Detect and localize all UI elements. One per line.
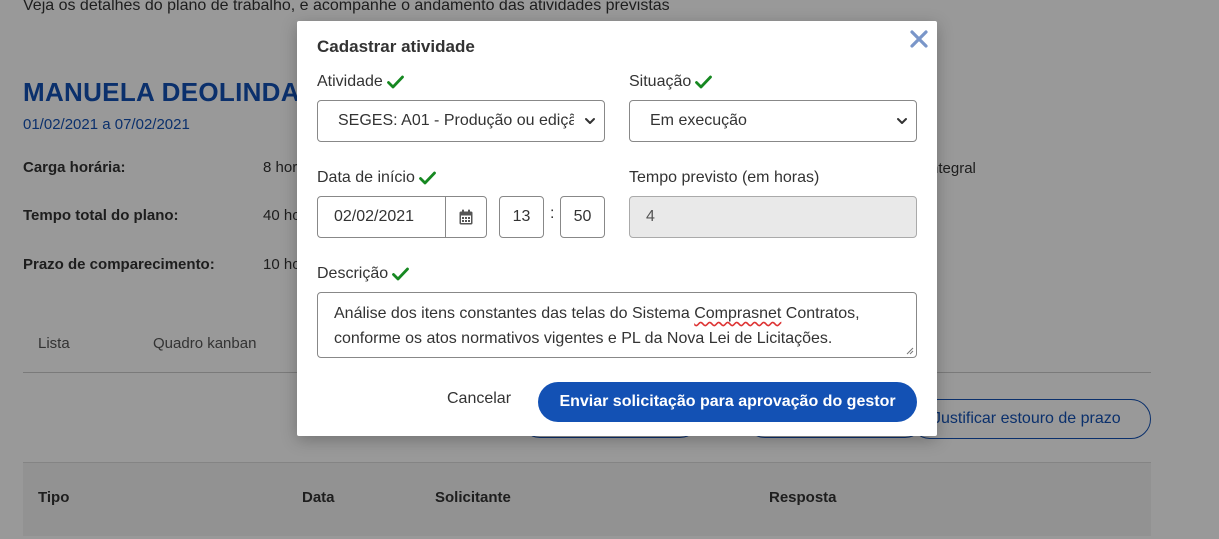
modal-title: Cadastrar atividade	[317, 37, 475, 56]
description-label-text: Descrição	[317, 265, 389, 282]
calendar-button[interactable]	[446, 197, 486, 237]
description-label: Descrição	[317, 265, 410, 283]
start-date-input[interactable]: 02/02/2021	[318, 197, 446, 237]
start-date-label: Data de início	[317, 169, 436, 187]
activity-select[interactable]: SEGES: A01 - Produção ou edição	[317, 100, 605, 142]
calendar-icon	[459, 209, 473, 225]
situation-label-text: Situação	[629, 73, 692, 90]
description-textarea[interactable]: Análise dos itens constantes das telas d…	[317, 292, 917, 358]
activity-selected-value: SEGES: A01 - Produção ou edição	[338, 112, 574, 129]
chevron-down-icon	[584, 115, 596, 127]
expected-time-input: 4	[629, 196, 917, 238]
expected-time-label-text: Tempo previsto (em horas)	[629, 169, 820, 186]
start-date-label-text: Data de início	[317, 169, 415, 186]
register-activity-modal: Cadastrar atividade Atividade SEGES: A01…	[297, 21, 937, 436]
close-icon	[910, 30, 928, 48]
submit-for-approval-button[interactable]: Enviar solicitação para aprovação do ges…	[538, 382, 917, 422]
time-separator: :	[550, 205, 555, 222]
situation-label: Situação	[629, 73, 713, 91]
situation-select[interactable]: Em execução	[629, 100, 917, 142]
start-minute-input[interactable]: 50	[560, 196, 605, 238]
resize-handle-icon[interactable]	[905, 346, 914, 355]
start-hour-input[interactable]: 13	[499, 196, 544, 238]
start-date-group: 02/02/2021	[317, 196, 487, 238]
activity-label: Atividade	[317, 73, 404, 91]
check-icon	[386, 75, 404, 89]
cancel-button[interactable]: Cancelar	[447, 390, 511, 408]
chevron-down-icon	[896, 115, 908, 127]
check-icon	[418, 171, 436, 185]
expected-time-label: Tempo previsto (em horas)	[629, 169, 819, 187]
situation-selected-value: Em execução	[650, 112, 747, 129]
description-misspelled-word: Comprasnet	[694, 305, 782, 322]
description-text-start: Análise dos itens constantes das telas d…	[334, 305, 695, 322]
check-icon	[392, 267, 410, 281]
check-icon	[695, 75, 713, 89]
activity-label-text: Atividade	[317, 73, 383, 90]
close-button[interactable]	[907, 27, 931, 51]
